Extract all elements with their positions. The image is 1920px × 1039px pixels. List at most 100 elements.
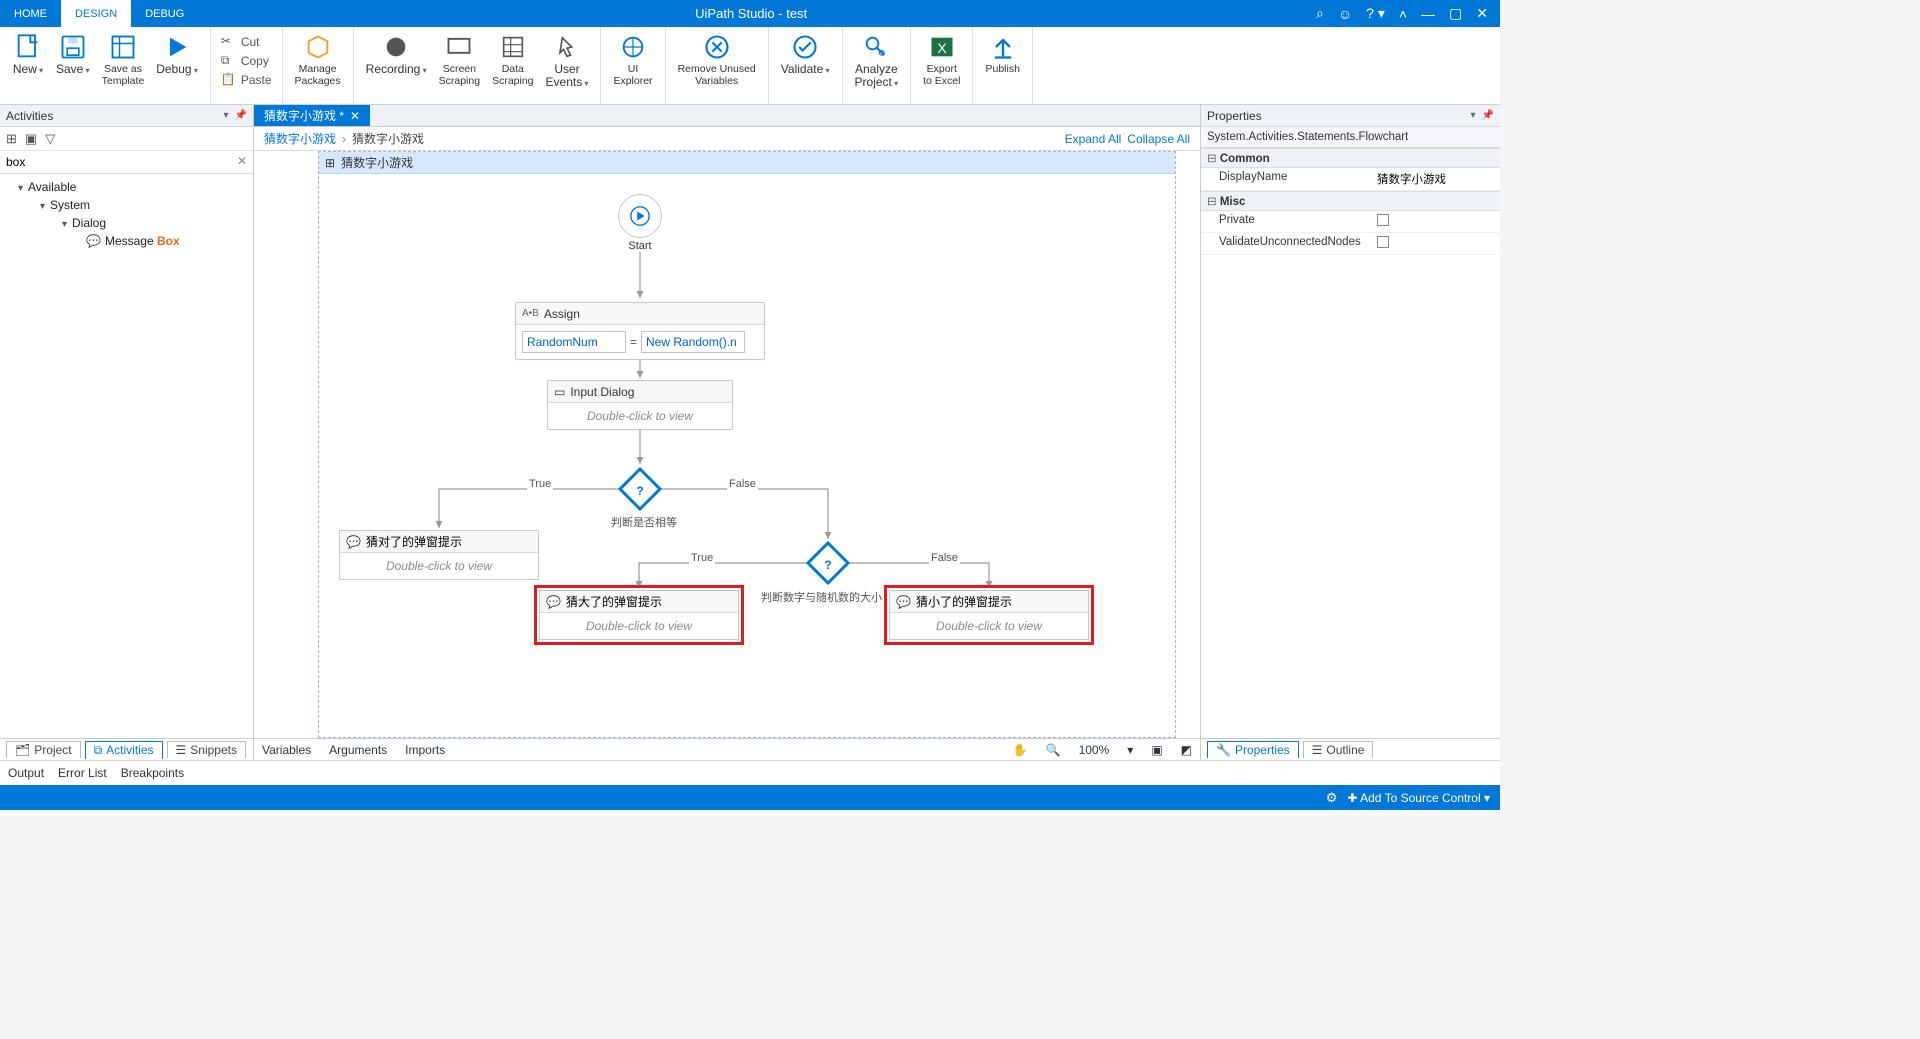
breadcrumb-root[interactable]: 猜数字小游戏 (264, 130, 336, 147)
msgbox-icon: 💬 (346, 535, 361, 549)
pan-icon[interactable]: ✋ (1013, 743, 1028, 757)
btab-properties[interactable]: 🔧Properties (1207, 741, 1299, 758)
fit-icon[interactable]: ▣ (1151, 743, 1162, 757)
remove-unused-button[interactable]: Remove Unused Variables (672, 31, 762, 89)
ui-explorer-button[interactable]: UI Explorer (607, 31, 658, 89)
msg-big-node[interactable]: 💬猜大了的弹窗提示 Double-click to view (539, 590, 739, 640)
collapse-tree-icon[interactable]: ▣ (25, 131, 37, 147)
overview-icon[interactable]: ◩ (1181, 743, 1192, 757)
save-as-template-button[interactable]: Save as Template (96, 31, 151, 89)
btab-activities[interactable]: ⧉Activities (85, 741, 163, 759)
activities-title: Activities (6, 109, 53, 123)
tab-debug[interactable]: DEBUG (131, 0, 198, 27)
selected-type: System.Activities.Statements.Flowchart (1201, 127, 1500, 148)
variables-tab[interactable]: Variables (262, 743, 311, 757)
btab-project[interactable]: 🗂Project (6, 741, 81, 758)
errorlist-tab[interactable]: Error List (58, 766, 107, 780)
close-icon[interactable]: ✕ (1476, 5, 1488, 22)
tab-design[interactable]: DESIGN (61, 0, 131, 27)
pin-icon[interactable]: 📌 (1482, 110, 1494, 121)
cut-button[interactable]: ✂Cut (217, 33, 276, 51)
dec1-false: False (727, 478, 758, 490)
help-icon[interactable]: ? ▾ (1366, 5, 1385, 22)
properties-panel: Properties ▾ 📌 System.Activities.Statement… (1200, 105, 1500, 760)
publish-button[interactable]: Publish (979, 31, 1025, 77)
tree-messagebox[interactable]: 💬 Message Box (0, 232, 253, 250)
btab-outline[interactable]: ☰Outline (1303, 741, 1374, 758)
activities-search-input[interactable] (0, 151, 253, 173)
decision-equal[interactable]: ? (618, 467, 662, 511)
search-icon[interactable]: ⌕ (1316, 5, 1324, 22)
pin-icon[interactable]: 📌 (235, 110, 247, 121)
flowchart-title: 猜数字小游戏 (341, 154, 413, 171)
prop-displayname-val[interactable]: 猜数字小游戏 (1371, 168, 1500, 190)
snippets-icon: ☰ (176, 743, 187, 757)
btab-snippets[interactable]: ☰Snippets (167, 741, 246, 758)
start-node[interactable]: Start (609, 194, 671, 252)
recording-button[interactable]: Recording (360, 31, 433, 79)
collapse-ribbon-icon[interactable]: ˄ (1399, 6, 1407, 22)
status-bar: ⚙ ✚ Add To Source Control ▾ (0, 785, 1500, 810)
minimize-icon[interactable]: — (1421, 6, 1435, 22)
manage-packages-button[interactable]: Manage Packages (289, 31, 347, 89)
close-tab-icon[interactable]: ✕ (350, 109, 360, 123)
save-button[interactable]: Save (50, 31, 96, 79)
filter-icon[interactable]: ▽ (45, 131, 55, 147)
tree-dialog[interactable]: Dialog (0, 214, 253, 232)
ribbon: New Save Save as Template Debug ✂Cut ⧉Co… (0, 27, 1500, 105)
tree-available[interactable]: Available (0, 178, 253, 196)
export-excel-button[interactable]: XExport to Excel (917, 31, 966, 89)
tab-home[interactable]: HOME (0, 0, 61, 27)
zoom-reset-icon[interactable]: 🔍 (1046, 743, 1061, 757)
breakpoints-tab[interactable]: Breakpoints (121, 766, 184, 780)
validate-button[interactable]: Validate (775, 31, 836, 79)
debug-button[interactable]: Debug (150, 31, 204, 79)
maximize-icon[interactable]: ▢ (1449, 5, 1462, 22)
settings-icon[interactable]: ⚙ (1326, 790, 1338, 806)
document-tab[interactable]: 猜数字小游戏 *✕ (254, 105, 370, 126)
assign-lhs-input[interactable] (522, 331, 626, 353)
dec2-false: False (929, 552, 960, 564)
paste-button[interactable]: 📋Paste (217, 71, 276, 89)
svg-text:?: ? (636, 484, 643, 498)
data-scraping-button[interactable]: Data Scraping (486, 31, 539, 89)
tree-system[interactable]: System (0, 196, 253, 214)
prop-displayname-key: DisplayName (1201, 168, 1371, 190)
imports-tab[interactable]: Imports (405, 743, 445, 757)
msg-correct-node[interactable]: 💬猜对了的弹窗提示 Double-click to view (339, 530, 539, 580)
svg-text:X: X (937, 40, 947, 56)
output-tab[interactable]: Output (8, 766, 44, 780)
zoom-dropdown-icon[interactable]: ▾ (1127, 743, 1133, 757)
copy-button[interactable]: ⧉Copy (217, 52, 276, 70)
properties-title: Properties (1207, 109, 1262, 123)
panel-options-icon[interactable]: ▾ (1471, 110, 1476, 121)
prop-cat-misc[interactable]: Misc (1201, 191, 1500, 211)
arguments-tab[interactable]: Arguments (329, 743, 387, 757)
prop-validate-checkbox[interactable] (1377, 236, 1389, 248)
screen-scraping-button[interactable]: Screen Scraping (433, 31, 486, 89)
source-control-button[interactable]: ✚ Add To Source Control ▾ (1347, 791, 1490, 805)
user-events-button[interactable]: User Events (540, 31, 595, 92)
collapse-all[interactable]: Collapse All (1127, 132, 1190, 146)
new-button[interactable]: New (6, 31, 50, 79)
assign-rhs-input[interactable] (641, 331, 745, 353)
assign-node[interactable]: A•BAssign = (515, 302, 765, 360)
analyze-project-button[interactable]: Analyze Project (849, 31, 905, 92)
add-icon[interactable]: ⊞ (6, 131, 17, 147)
input-dialog-node[interactable]: ▭Input Dialog Double-click to view (547, 380, 733, 430)
wrench-icon: 🔧 (1216, 743, 1231, 757)
prop-private-key: Private (1201, 211, 1371, 232)
flowchart-container[interactable]: ⊞猜数字小游戏 (318, 151, 1176, 738)
prop-cat-common[interactable]: Common (1201, 148, 1500, 168)
decision-size[interactable]: ? (806, 541, 850, 585)
folder-icon: 🗂 (15, 743, 30, 757)
zoom-value[interactable]: 100% (1079, 743, 1110, 757)
expand-all[interactable]: Expand All (1065, 132, 1122, 146)
prop-private-checkbox[interactable] (1377, 214, 1389, 226)
dec2-true: True (689, 552, 715, 564)
feedback-icon[interactable]: ☺ (1338, 6, 1352, 22)
clear-search-icon[interactable]: ✕ (237, 154, 247, 168)
prop-validate-key: ValidateUnconnectedNodes (1201, 233, 1371, 254)
panel-options-icon[interactable]: ▾ (224, 110, 229, 121)
msg-small-node[interactable]: 💬猜小了的弹窗提示 Double-click to view (889, 590, 1089, 640)
